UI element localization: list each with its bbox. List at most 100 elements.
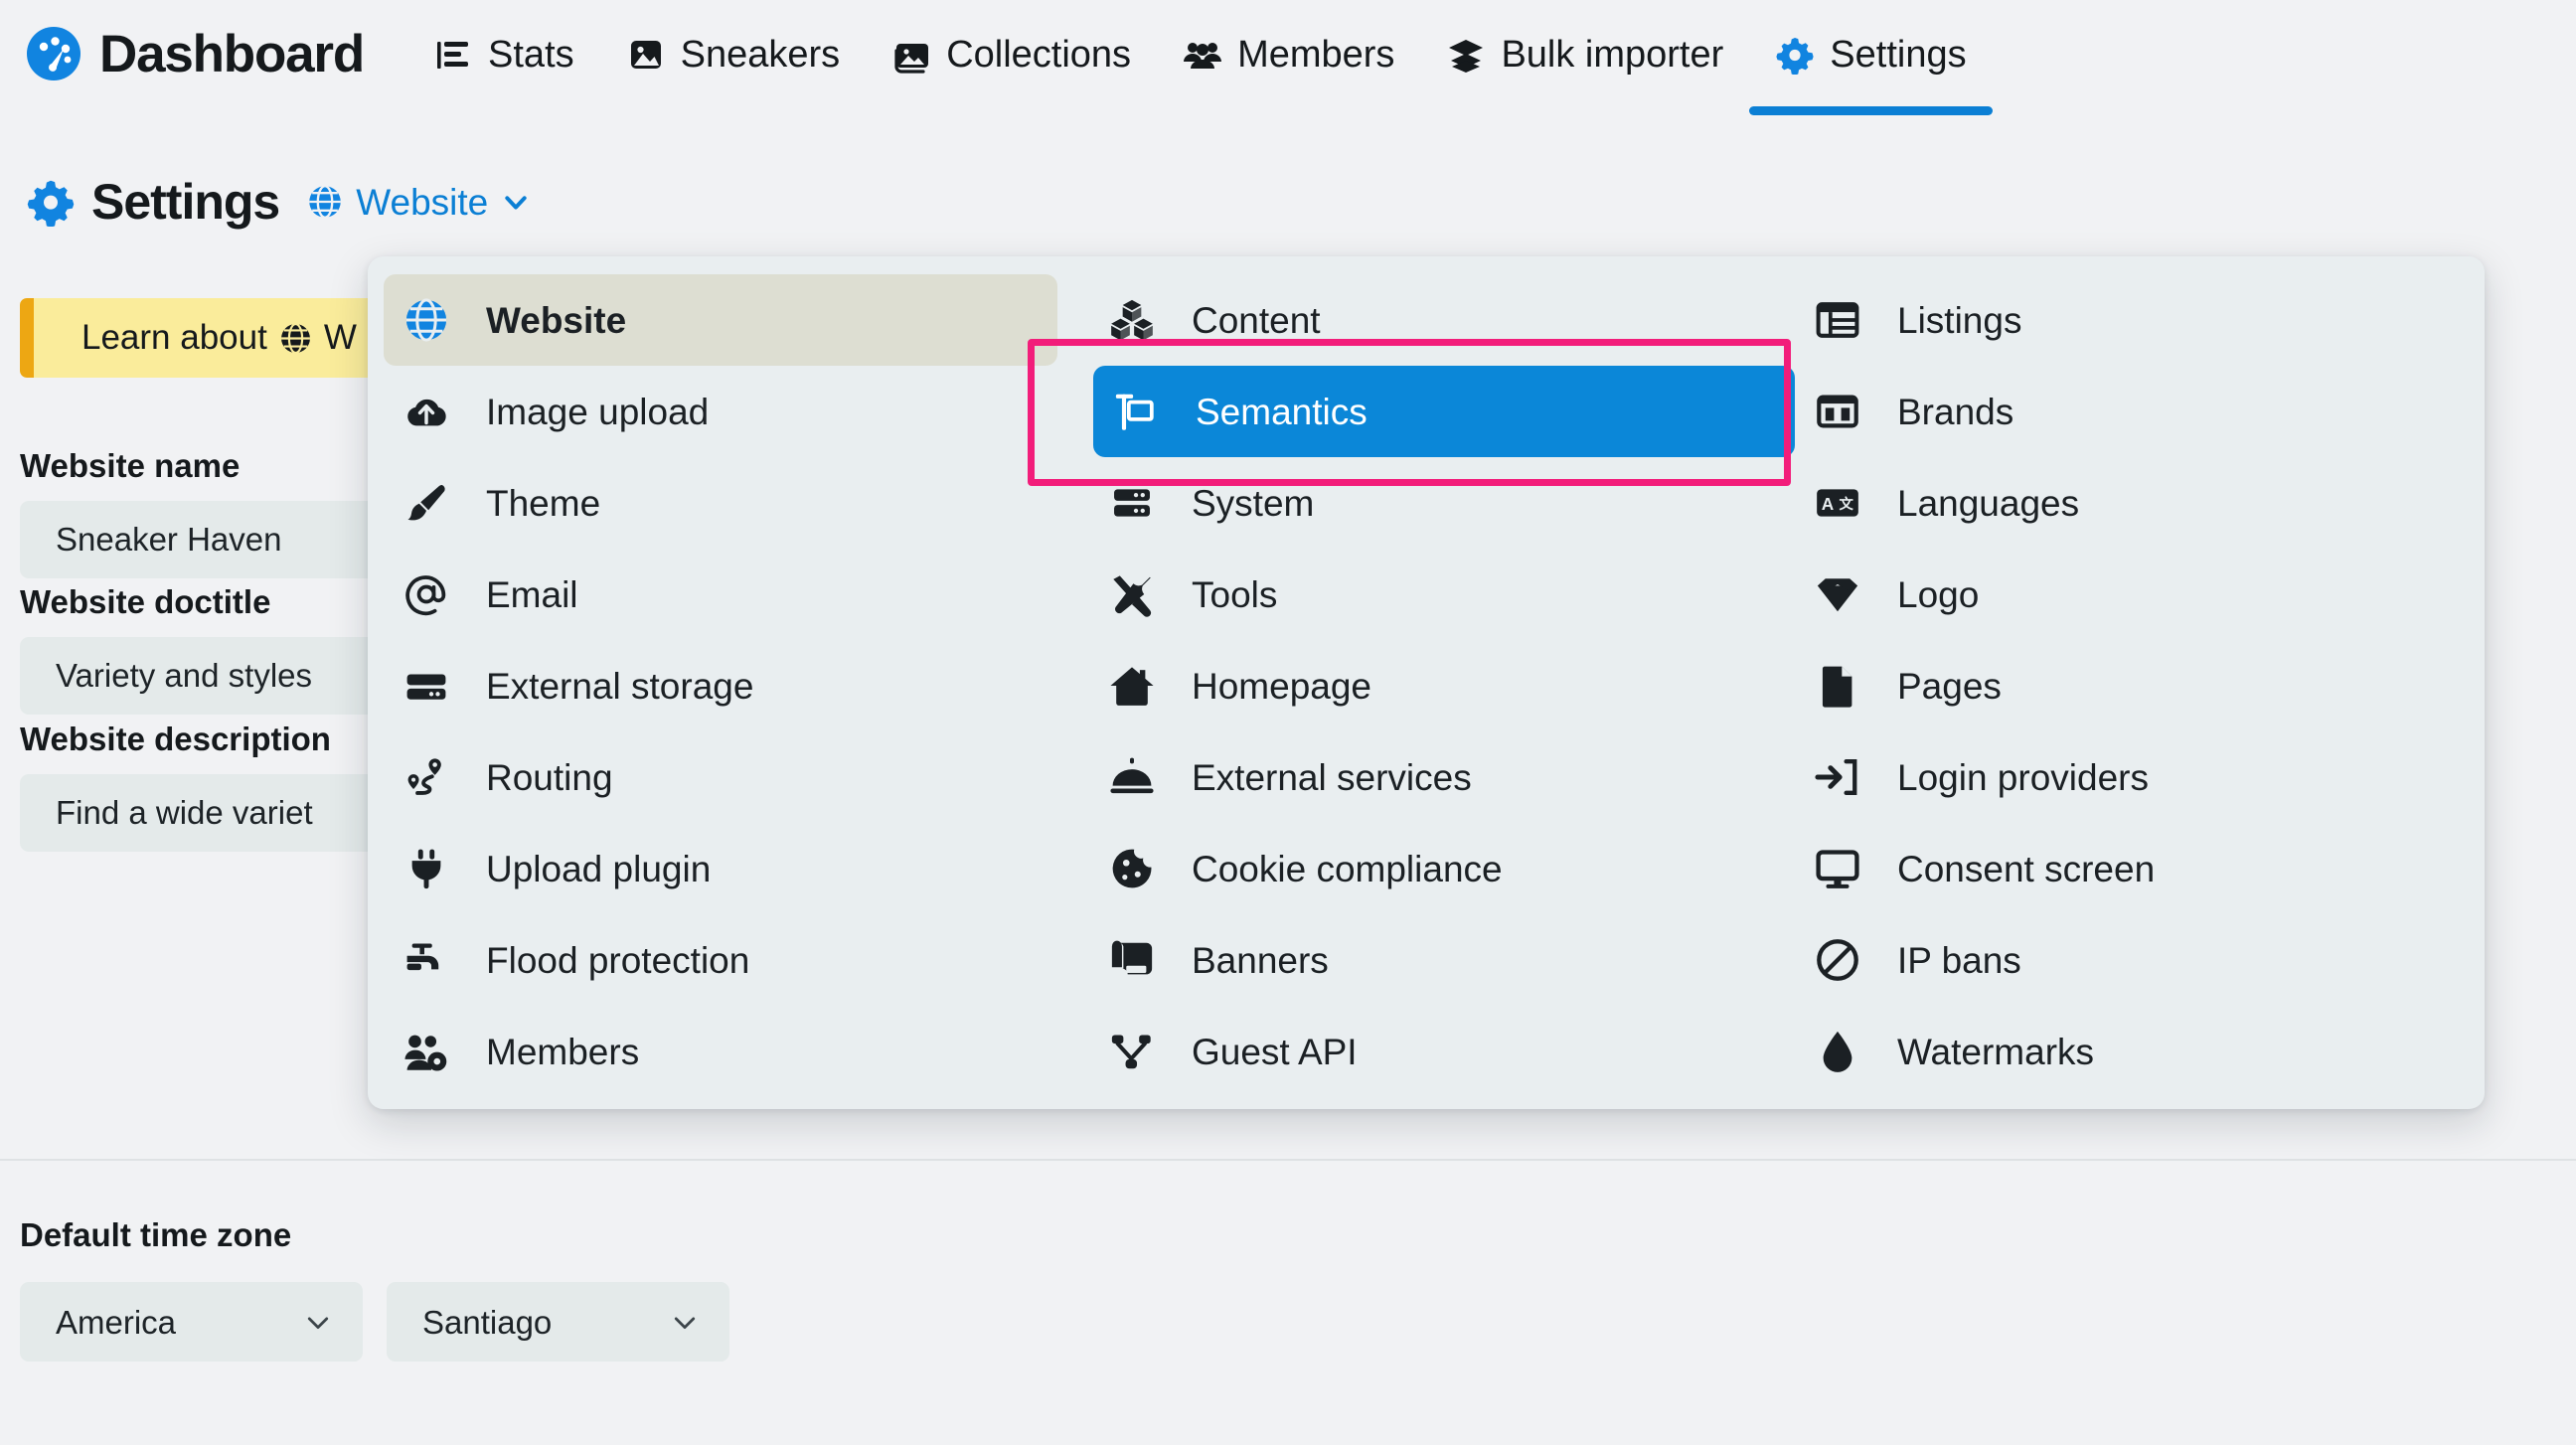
paintbrush-icon bbox=[407, 485, 445, 521]
globe-icon bbox=[309, 185, 341, 219]
ban-icon bbox=[1817, 939, 1858, 981]
menu-item-semantics[interactable]: Semantics bbox=[1093, 366, 1795, 457]
menu-item-external-storage[interactable]: External storage bbox=[384, 640, 1057, 731]
app-root: Dashboard Stats Sneakers Collections Mem… bbox=[0, 0, 2576, 1445]
droplet-icon bbox=[1823, 1031, 1852, 1072]
menu-item-banners[interactable]: Banners bbox=[1089, 914, 1763, 1006]
menu-item-label: Tools bbox=[1192, 573, 1278, 615]
scope-selector-button[interactable]: Website bbox=[307, 184, 531, 221]
menu-item-label: Cookie compliance bbox=[1192, 848, 1503, 889]
menu-item-listings[interactable]: Listings bbox=[1795, 274, 2469, 366]
cookie-icon bbox=[1112, 849, 1152, 888]
menu-item-label: Website bbox=[486, 299, 627, 341]
menu-item-label: Semantics bbox=[1196, 391, 1368, 432]
columns-icon bbox=[1817, 395, 1858, 428]
menu-item-label: IP bans bbox=[1897, 939, 2021, 981]
menu-item-pages[interactable]: Pages bbox=[1795, 640, 2469, 731]
brand-title: Dashboard bbox=[99, 24, 365, 83]
menu-item-flood-protection[interactable]: Flood protection bbox=[384, 914, 1057, 1006]
menu-item-label: Flood protection bbox=[486, 939, 750, 981]
menu-item-system[interactable]: System bbox=[1089, 457, 1763, 549]
translate-icon: A 文 bbox=[1817, 489, 1858, 517]
menu-item-upload-plugin[interactable]: Upload plugin bbox=[384, 823, 1057, 914]
menu-item-theme[interactable]: Theme bbox=[384, 457, 1057, 549]
menu-item-label: Members bbox=[486, 1031, 640, 1072]
top-navigation-bar: Dashboard Stats Sneakers Collections Mem… bbox=[0, 0, 2576, 147]
sign-in-icon bbox=[1815, 759, 1857, 795]
image-icon bbox=[630, 41, 661, 69]
menu-item-email[interactable]: Email bbox=[384, 549, 1057, 640]
menu-item-label: Brands bbox=[1897, 391, 2014, 432]
menu-item-homepage[interactable]: Homepage bbox=[1089, 640, 1763, 731]
settings-sections-dropdown: Website Image upload Theme Email Externa… bbox=[368, 256, 2485, 1109]
nav-item-members[interactable]: Members bbox=[1157, 26, 1420, 83]
menu-item-label: Theme bbox=[486, 482, 601, 524]
page-title: Settings bbox=[91, 174, 280, 230]
menu-item-routing[interactable]: Routing bbox=[384, 731, 1057, 823]
menu-item-label: Logo bbox=[1897, 573, 1980, 615]
menu-item-label: Watermarks bbox=[1897, 1031, 2095, 1072]
menu-item-label: Login providers bbox=[1897, 756, 2149, 798]
server-icon bbox=[406, 674, 446, 700]
menu-item-label: Listings bbox=[1897, 299, 2022, 341]
menu-item-label: External services bbox=[1192, 756, 1472, 798]
time-zone-city-value: Santiago bbox=[422, 1303, 553, 1341]
menu-item-label: Image upload bbox=[486, 391, 710, 432]
menu-item-members[interactable]: Members bbox=[384, 1006, 1057, 1097]
plug-icon bbox=[411, 849, 441, 889]
people-icon bbox=[1184, 43, 1222, 69]
time-zone-selects: America Santiago bbox=[20, 1282, 729, 1362]
menu-item-label: Languages bbox=[1897, 482, 2080, 524]
menu-item-content[interactable]: Content bbox=[1089, 274, 1763, 366]
menu-item-consent-screen[interactable]: Consent screen bbox=[1795, 823, 2469, 914]
menu-item-logo[interactable]: Logo bbox=[1795, 549, 2469, 640]
menu-item-label: Routing bbox=[486, 756, 613, 798]
banner-icon bbox=[1111, 940, 1153, 975]
layers-icon bbox=[1449, 40, 1484, 73]
menu-column-1: Website Image upload Theme Email Externa… bbox=[368, 274, 1073, 1109]
brand[interactable]: Dashboard bbox=[26, 24, 365, 83]
scope-label: Website bbox=[356, 181, 489, 223]
gear-icon bbox=[1776, 38, 1814, 75]
monitor-icon bbox=[1816, 850, 1859, 888]
menu-item-login-providers[interactable]: Login providers bbox=[1795, 731, 2469, 823]
nav-item-label: Stats bbox=[488, 34, 574, 76]
menu-item-label: Pages bbox=[1897, 665, 2002, 707]
menu-item-brands[interactable]: Brands bbox=[1795, 366, 2469, 457]
default-time-zone-label: Default time zone bbox=[20, 1216, 292, 1253]
bar-chart-icon bbox=[437, 42, 469, 69]
svg-text:文: 文 bbox=[1839, 495, 1853, 513]
menu-item-external-services[interactable]: External services bbox=[1089, 731, 1763, 823]
menu-item-languages[interactable]: A 文 Languages bbox=[1795, 457, 2469, 549]
time-zone-city-select[interactable]: Santiago bbox=[387, 1282, 729, 1362]
cloud-upload-icon bbox=[407, 399, 446, 426]
nav-item-stats[interactable]: Stats bbox=[407, 26, 600, 83]
chevron-down-icon bbox=[307, 1317, 329, 1329]
menu-item-website[interactable]: Website bbox=[384, 274, 1057, 366]
menu-item-ip-bans[interactable]: IP bans bbox=[1795, 914, 2469, 1006]
nav-item-collections[interactable]: Collections bbox=[866, 26, 1157, 83]
nav-links: Stats Sneakers Collections Members Bulk … bbox=[407, 26, 1993, 115]
photo-stack-icon bbox=[894, 44, 929, 74]
nav-item-bulk-importer[interactable]: Bulk importer bbox=[1420, 26, 1749, 83]
menu-item-tools[interactable]: Tools bbox=[1089, 549, 1763, 640]
menu-item-label: External storage bbox=[486, 665, 754, 707]
menu-item-guest-api[interactable]: Guest API bbox=[1089, 1006, 1763, 1097]
dashboard-gauge-icon bbox=[27, 27, 80, 80]
menu-item-watermarks[interactable]: Watermarks bbox=[1795, 1006, 2469, 1097]
menu-item-cookie-compliance[interactable]: Cookie compliance bbox=[1089, 823, 1763, 914]
menu-column-3: Listings Brands A 文 Languages Logo Pages… bbox=[1779, 274, 2485, 1109]
table-list-icon bbox=[1816, 302, 1859, 338]
faucet-icon bbox=[406, 943, 439, 971]
server-rack-icon bbox=[1114, 489, 1150, 517]
flag-sign-icon bbox=[1115, 394, 1154, 430]
share-nodes-icon bbox=[1111, 1035, 1151, 1069]
page-header: Settings Website bbox=[26, 177, 531, 227]
gear-icon bbox=[27, 180, 75, 227]
menu-item-image-upload[interactable]: Image upload bbox=[384, 366, 1057, 457]
route-icon bbox=[407, 758, 441, 795]
time-zone-area-select[interactable]: America bbox=[20, 1282, 363, 1362]
nav-item-sneakers[interactable]: Sneakers bbox=[600, 26, 867, 83]
nav-item-settings[interactable]: Settings bbox=[1749, 26, 1993, 115]
nav-item-label: Bulk importer bbox=[1501, 34, 1724, 76]
